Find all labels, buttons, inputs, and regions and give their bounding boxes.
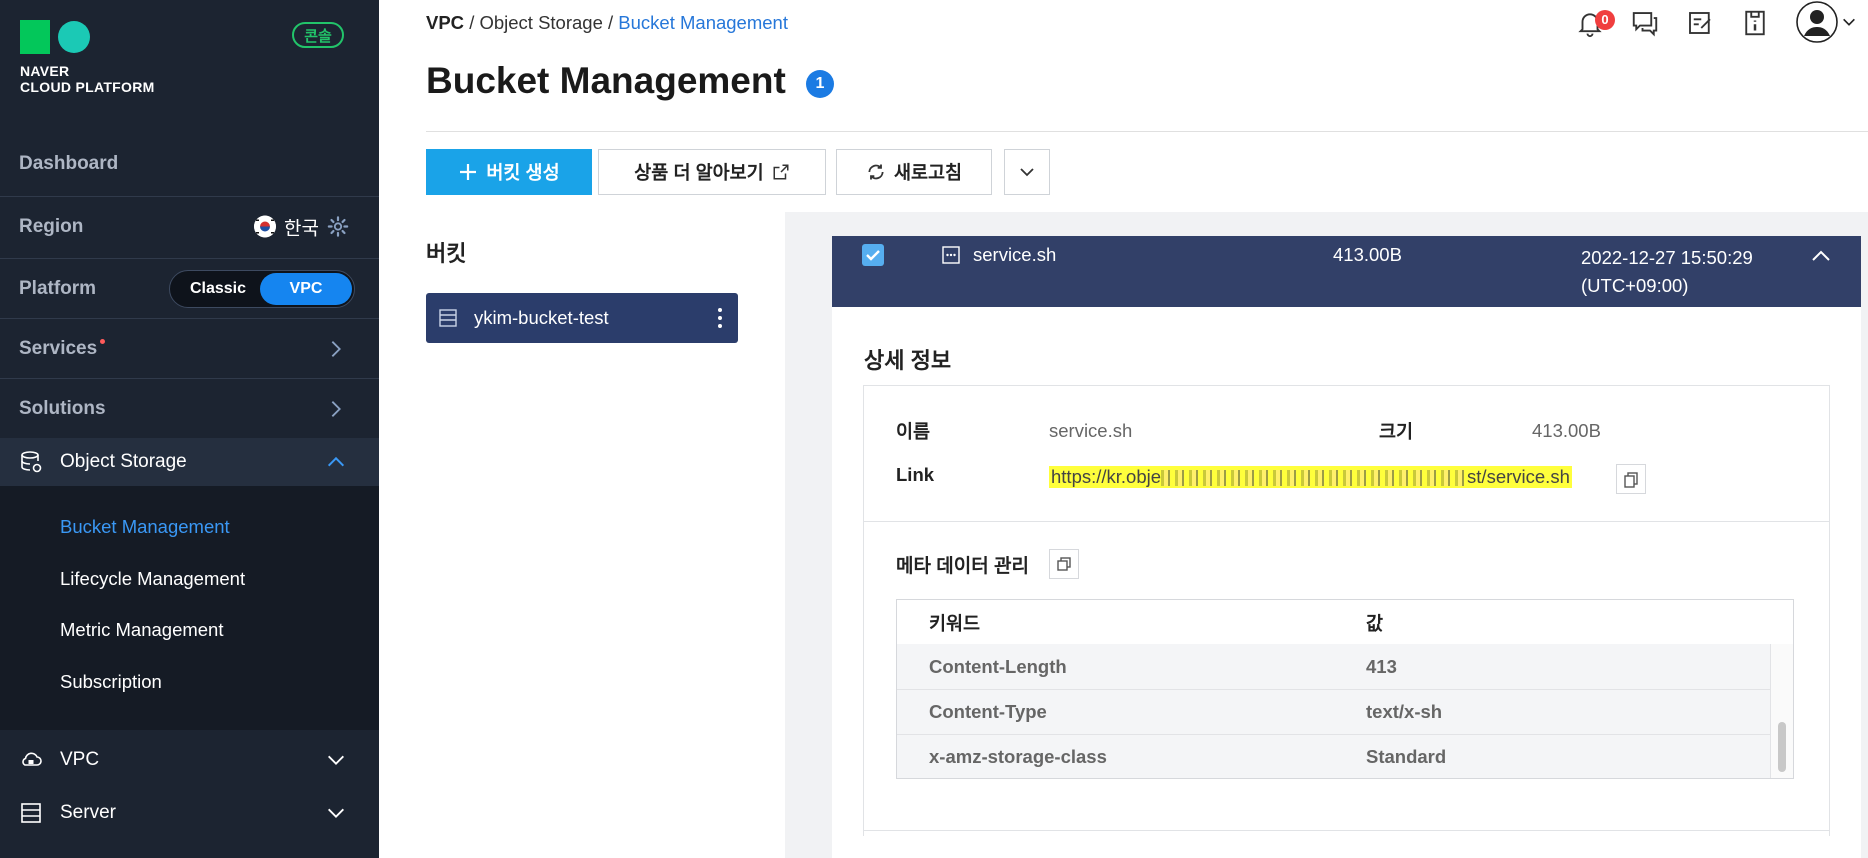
- sidebar-item-label: Server: [60, 802, 116, 823]
- object-panel-layer: service.sh 413.00B 2022-12-27 15:50:29 (…: [379, 0, 1868, 858]
- selected-file-row[interactable]: service.sh 413.00B 2022-12-27 15:50:29 (…: [832, 236, 1861, 307]
- name-label: 이름: [896, 421, 931, 442]
- metadata-value: Standard: [1366, 746, 1447, 767]
- gear-icon[interactable]: [327, 216, 349, 238]
- metadata-key: x-amz-storage-class: [929, 746, 1107, 767]
- chevron-up-icon[interactable]: [1809, 244, 1833, 268]
- copy-link-button[interactable]: [1616, 464, 1646, 494]
- korea-flag-icon: [254, 215, 277, 238]
- detail-panel: 상세 정보 이름 service.sh 크기 413.00B Link http…: [832, 307, 1861, 858]
- metadata-title: 메타 데이터 관리: [896, 556, 1029, 577]
- region-value: 한국: [284, 218, 319, 239]
- sidebar-item-label: Object Storage: [60, 451, 187, 472]
- metadata-value: text/x-sh: [1366, 701, 1443, 722]
- chevron-down-icon: [328, 755, 344, 765]
- sidebar-item-label: Solutions: [19, 397, 106, 419]
- sidebar: NAVER CLOUD PLATFORM 콘솔 Dashboard Region…: [0, 0, 379, 858]
- table-row[interactable]: Content-Length 413: [897, 644, 1771, 690]
- metadata-table-header: 키워드 값: [897, 600, 1793, 645]
- metadata-value: 413: [1366, 656, 1397, 677]
- console-badge[interactable]: 콘솔: [292, 22, 344, 48]
- sidebar-item-label-wrap: Services: [19, 337, 106, 360]
- sidebar-item-label: Services: [19, 337, 98, 359]
- copy-icon: [1624, 472, 1638, 488]
- file-date-line2: (UTC+09:00): [1581, 275, 1689, 296]
- file-icon: [942, 246, 960, 264]
- sidebar-item-label: Dashboard: [19, 153, 119, 174]
- size-value: 413.00B: [1532, 420, 1601, 441]
- file-date-line1: 2022-12-27 15:50:29: [1581, 247, 1753, 268]
- redacted-link-segment: [1161, 470, 1468, 487]
- sidebar-item-solutions[interactable]: Solutions: [0, 378, 379, 438]
- chevron-down-icon: [328, 808, 344, 818]
- sidebar-item-server[interactable]: Server: [0, 787, 379, 839]
- sidebar-item-label: VPC: [60, 749, 100, 770]
- check-icon: [866, 250, 880, 261]
- submenu-subscription[interactable]: Subscription: [60, 671, 162, 693]
- object-link[interactable]: https://kr.obje st/service.sh: [1049, 466, 1572, 488]
- database-icon: [21, 451, 42, 473]
- metadata-table: 키워드 값 Content-Length 413 Content-Type te…: [896, 599, 1794, 779]
- detail-title: 상세 정보: [864, 348, 952, 373]
- platform-classic-option[interactable]: Classic: [170, 271, 266, 307]
- info-divider: [864, 521, 1829, 522]
- chevron-right-icon: [331, 400, 341, 417]
- sidebar-item-vpc[interactable]: VPC: [0, 734, 379, 786]
- submenu-metric-management[interactable]: Metric Management: [60, 619, 223, 641]
- sidebar-item-label: Platform: [19, 277, 97, 299]
- sidebar-item-label: Region: [19, 215, 84, 237]
- file-checkbox[interactable]: [862, 244, 884, 266]
- table-row[interactable]: Content-Type text/x-sh: [897, 689, 1771, 735]
- sidebar-item-region[interactable]: Region 한국: [0, 196, 379, 256]
- logo-text: NAVER CLOUD PLATFORM: [20, 63, 155, 95]
- scrollbar-thumb[interactable]: [1778, 722, 1786, 772]
- metadata-key: Content-Length: [929, 656, 1067, 677]
- metadata-table-body: Content-Length 413 Content-Type text/x-s…: [897, 644, 1771, 778]
- platform-vpc-option[interactable]: VPC: [260, 272, 352, 305]
- file-name: service.sh: [973, 244, 1057, 265]
- sidebar-item-dashboard[interactable]: Dashboard: [0, 134, 379, 194]
- new-indicator-dot: [100, 338, 106, 344]
- name-value: service.sh: [1049, 420, 1133, 441]
- file-size: 413.00B: [1333, 244, 1402, 265]
- column-header-value: 값: [1366, 613, 1384, 634]
- sidebar-item-services[interactable]: Services: [0, 318, 379, 378]
- chevron-right-icon: [331, 340, 341, 357]
- file-date: 2022-12-27 15:50:29 (UTC+09:00): [1581, 244, 1753, 300]
- metadata-scrollbar[interactable]: [1770, 644, 1793, 778]
- link-start: https://kr.obje: [1051, 466, 1162, 487]
- submenu-bucket-management[interactable]: Bucket Management: [60, 516, 230, 538]
- link-end: st/service.sh: [1467, 466, 1570, 487]
- panel-bottom-divider: [863, 830, 1830, 831]
- link-label: Link: [896, 464, 935, 485]
- sidebar-item-platform: Platform Classic VPC: [0, 258, 379, 318]
- object-storage-submenu: Bucket Management Lifecycle Management M…: [0, 486, 379, 730]
- sidebar-item-object-storage[interactable]: Object Storage: [0, 438, 379, 486]
- info-box: 이름 service.sh 크기 413.00B Link https://kr…: [863, 385, 1830, 836]
- cloud-lock-icon: [22, 752, 42, 766]
- submenu-lifecycle-management[interactable]: Lifecycle Management: [60, 568, 245, 590]
- region-selector[interactable]: 한국: [254, 213, 349, 240]
- chevron-up-icon: [327, 456, 345, 467]
- naver-logo-icon[interactable]: [20, 20, 90, 54]
- server-icon: [21, 803, 41, 823]
- metadata-key: Content-Type: [929, 701, 1047, 722]
- open-window-icon: [1057, 557, 1071, 571]
- size-label: 크기: [1379, 421, 1414, 442]
- table-row[interactable]: x-amz-storage-class Standard: [897, 734, 1771, 779]
- platform-toggle[interactable]: Classic VPC: [169, 269, 355, 308]
- column-header-keyword: 키워드: [929, 613, 981, 634]
- metadata-popup-button[interactable]: [1049, 549, 1079, 579]
